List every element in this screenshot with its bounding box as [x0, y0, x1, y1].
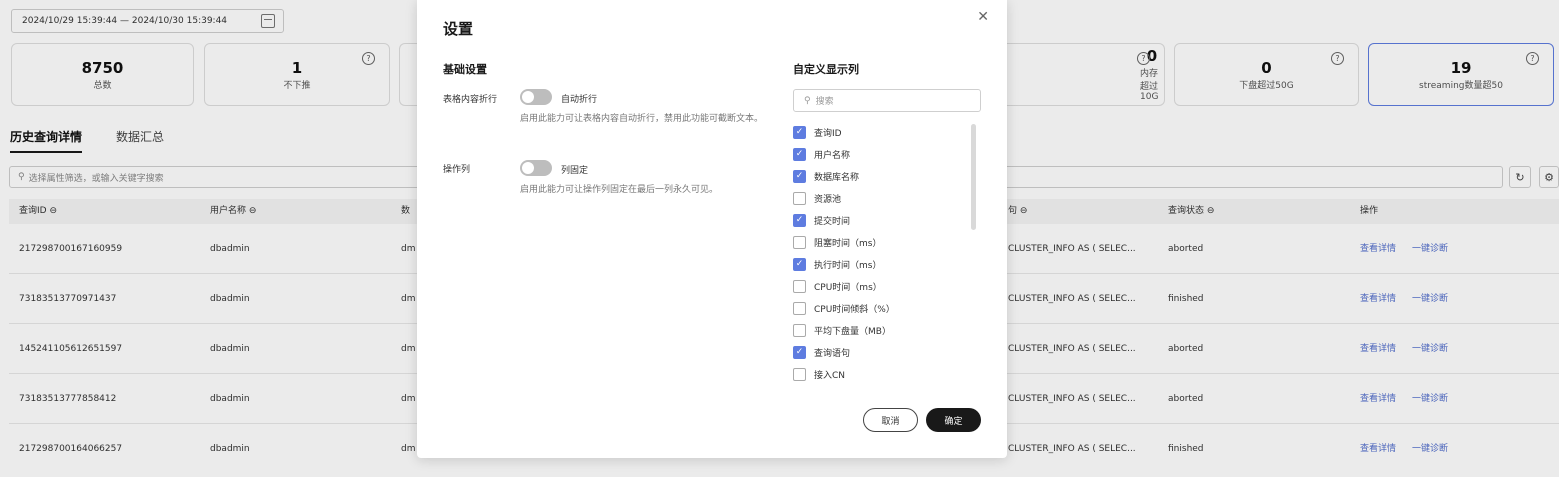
- column-option[interactable]: ✓ 提交时间: [793, 212, 850, 228]
- settings-dialog: 设置 ✕ 基础设置 表格内容折行 自动折行 启用此能力可让表格内容自动折行，禁用…: [417, 0, 1007, 458]
- checkbox-unchecked[interactable]: [793, 301, 806, 315]
- column-option[interactable]: 阻塞时间（ms）: [793, 234, 881, 250]
- column-option[interactable]: 资源池: [793, 190, 841, 206]
- confirm-button[interactable]: 确定: [926, 408, 981, 432]
- search-icon: ⚲: [804, 95, 811, 106]
- wrap-toggle-text: 自动折行: [561, 95, 598, 105]
- column-option[interactable]: 接入CN: [793, 366, 845, 382]
- checkbox-checked[interactable]: ✓: [793, 147, 806, 161]
- column-option[interactable]: ✓ 查询ID: [793, 124, 842, 140]
- column-option[interactable]: ✓ 用户名称: [793, 146, 850, 162]
- checkbox-checked[interactable]: ✓: [793, 125, 806, 139]
- wrap-toggle[interactable]: [520, 89, 552, 105]
- checkbox-unchecked[interactable]: [793, 323, 806, 337]
- checkbox-checked[interactable]: ✓: [793, 213, 806, 227]
- checkbox-unchecked[interactable]: [793, 191, 806, 205]
- op-column-toggle-text: 列固定: [561, 166, 589, 176]
- column-search-input[interactable]: ⚲ 搜索: [793, 89, 981, 112]
- column-search-placeholder: 搜索: [815, 97, 834, 107]
- column-option[interactable]: ✓ 执行时间（ms）: [793, 256, 881, 272]
- dialog-title: 设置: [443, 20, 474, 38]
- op-column-label: 操作列: [443, 165, 471, 175]
- wrap-setting-label: 表格内容折行: [443, 95, 498, 105]
- checkbox-unchecked[interactable]: [793, 367, 806, 381]
- column-option[interactable]: CPU时间倾斜（%）: [793, 300, 895, 316]
- column-option[interactable]: CPU时间（ms）: [793, 278, 882, 294]
- column-option[interactable]: 平均下盘量（MB）: [793, 322, 891, 338]
- custom-columns-title: 自定义显示列: [793, 63, 859, 76]
- checkbox-unchecked[interactable]: [793, 279, 806, 293]
- close-icon[interactable]: ✕: [977, 9, 989, 25]
- column-option[interactable]: ✓ 查询语句: [793, 344, 850, 360]
- column-option[interactable]: ✓ 数据库名称: [793, 168, 859, 184]
- column-list-scrollbar[interactable]: [971, 124, 976, 230]
- op-column-toggle[interactable]: [520, 160, 552, 176]
- column-checkbox-list[interactable]: ✓ 查询ID ✓ 用户名称 ✓ 数据库名称 资源池 ✓ 提交时间 阻塞时间（ms） ✓ 执…: [793, 122, 973, 384]
- op-column-description: 启用此能力可让操作列固定在最后一列永久可见。: [520, 185, 719, 195]
- cancel-button[interactable]: 取消: [863, 408, 918, 432]
- checkbox-checked[interactable]: ✓: [793, 345, 806, 359]
- checkbox-checked[interactable]: ✓: [793, 169, 806, 183]
- checkbox-unchecked[interactable]: [793, 235, 806, 249]
- wrap-description: 启用此能力可让表格内容自动折行，禁用此功能可截断文本。: [520, 114, 764, 124]
- checkbox-checked[interactable]: ✓: [793, 257, 806, 271]
- basic-settings-title: 基础设置: [443, 63, 487, 76]
